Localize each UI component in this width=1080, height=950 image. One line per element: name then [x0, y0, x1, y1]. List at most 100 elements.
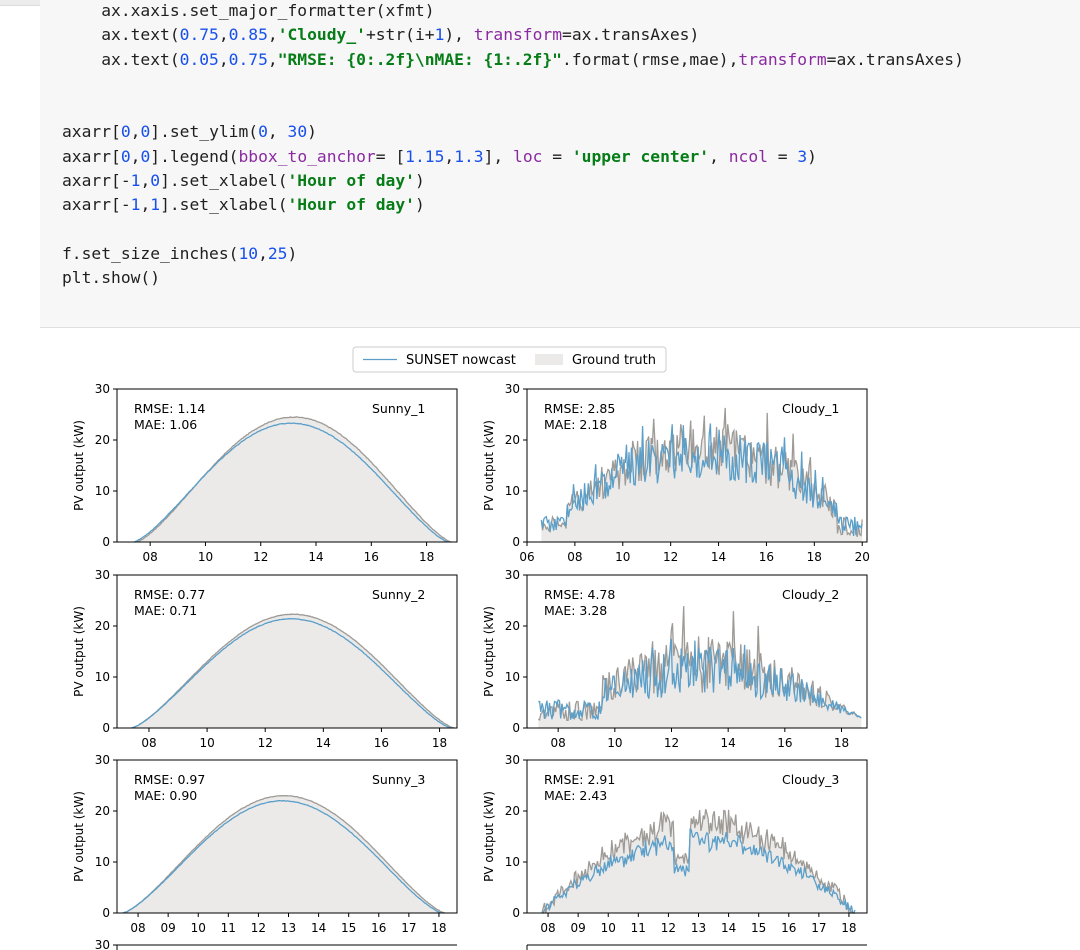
- x-tick-label: 14: [721, 736, 736, 750]
- x-tick-label: 16: [777, 736, 792, 750]
- x-tick-label: 08: [141, 736, 156, 750]
- code-token: ].legend(: [150, 146, 239, 166]
- code-line[interactable]: ax.xaxis.set_major_formatter(xfmt): [62, 0, 964, 23]
- x-tick-label: 08: [540, 921, 555, 935]
- code-token: ,: [444, 146, 455, 166]
- x-tick-label: 12: [251, 921, 266, 935]
- code-line[interactable]: axarr[0,0].legend(bbox_to_anchor= [1.15,…: [62, 145, 964, 169]
- x-tick-label: 17: [401, 921, 416, 935]
- code-token: ax.text(: [101, 49, 180, 69]
- x-tick-label: 10: [601, 921, 616, 935]
- code-editor[interactable]: ax.xaxis.set_major_formatter(xfmt) ax.te…: [62, 0, 964, 291]
- rmse-annotation: RMSE: 4.78: [544, 587, 615, 602]
- code-token: 0.05: [179, 49, 219, 69]
- figure: SUNSET nowcast Ground truth 0 10 20 30 08 10 12 1…: [72, 346, 870, 950]
- code-token: +str(i+: [365, 25, 435, 45]
- y-tick-label: 0: [102, 906, 110, 920]
- y-axis-label: PV output (kW): [482, 606, 496, 697]
- code-token: = [: [375, 146, 406, 166]
- x-tick-label: 10: [607, 736, 622, 750]
- x-tick-label: 18: [419, 550, 434, 564]
- x-tick-label: 18: [432, 736, 447, 750]
- code-line[interactable]: f.set_size_inches(10,25): [62, 242, 964, 266]
- code-token: ax.text(: [101, 25, 180, 45]
- code-line[interactable]: axarr[0,0].set_ylim(0, 30): [62, 120, 964, 144]
- x-tick-label: 16: [364, 550, 379, 564]
- x-tick-label: 18: [431, 921, 446, 935]
- code-token: ax.xaxis.set_major_formatter(xfmt): [101, 1, 435, 20]
- code-token: 0.75: [179, 25, 219, 45]
- code-token: 'upper center': [571, 146, 710, 166]
- x-tick-label: 14: [311, 921, 326, 935]
- y-tick-label: 30: [505, 382, 520, 396]
- legend-ground-truth-label: Ground truth: [572, 353, 656, 368]
- y-axis-label: PV output (kW): [482, 420, 496, 511]
- code-token: 'Hour of day': [287, 195, 415, 215]
- x-tick-label: 08: [143, 550, 158, 564]
- y-axis-label: PV output (kW): [482, 791, 496, 882]
- code-token: 1: [150, 195, 161, 215]
- code-token: =: [767, 146, 798, 166]
- mae-annotation: MAE: 0.90: [134, 788, 197, 803]
- y-tick-label: 30: [505, 753, 520, 767]
- x-tick-label: 16: [759, 550, 774, 564]
- code-token: =: [542, 146, 572, 166]
- code-line[interactable]: axarr[-1,0].set_xlabel('Hour of day'): [62, 169, 964, 193]
- code-line[interactable]: [62, 96, 964, 120]
- code-token: ].set_xlabel(: [160, 171, 288, 191]
- code-token: transform: [473, 25, 563, 45]
- output-area: SUNSET nowcast Ground truth 0 10 20 30 08 10 12 1…: [40, 328, 1080, 950]
- y-tick-label: 20: [505, 433, 520, 447]
- code-token: bbox_to_anchor: [238, 146, 376, 166]
- code-token: ,: [267, 49, 278, 69]
- rmse-annotation: RMSE: 1.14: [134, 401, 205, 416]
- code-token: ): [414, 195, 425, 215]
- panel-title: Sunny_3: [372, 772, 425, 787]
- code-token: 3: [797, 146, 808, 166]
- code-token: 0: [120, 146, 131, 166]
- code-token: ): [414, 171, 425, 191]
- code-token: 25: [267, 243, 288, 263]
- code-line[interactable]: ax.text(0.05,0.75,"RMSE: {0:.2f}\nMAE: {…: [62, 48, 964, 72]
- x-tick-label: 18: [834, 736, 849, 750]
- code-line[interactable]: plt.show(): [62, 266, 964, 290]
- y-tick-label: 20: [505, 619, 520, 633]
- y-axis-label: PV output (kW): [72, 791, 86, 882]
- code-line[interactable]: ax.text(0.75,0.85,'Cloudy_'+str(i+1), tr…: [62, 23, 964, 47]
- code-token: ),: [444, 25, 474, 45]
- code-token: 1.15: [405, 146, 445, 166]
- x-tick-label: 11: [221, 921, 236, 935]
- code-token: ,: [258, 243, 268, 263]
- code-line[interactable]: [62, 218, 964, 242]
- x-tick-label: 15: [751, 921, 766, 935]
- x-tick-label: 08: [567, 550, 582, 564]
- code-line[interactable]: [62, 72, 964, 96]
- code-token: 'Hour of day': [287, 171, 415, 191]
- x-tick-label: 12: [258, 736, 273, 750]
- code-token: ,: [267, 122, 288, 142]
- panel-title: Cloudy_3: [782, 772, 839, 787]
- code-token: plt.show(): [62, 268, 161, 288]
- code-token: 0: [258, 122, 268, 142]
- code-token: ,: [130, 122, 141, 142]
- code-token: ): [287, 243, 298, 263]
- x-tick-label: 09: [571, 921, 586, 935]
- y-tick-label: 30: [95, 753, 110, 767]
- y-tick-label: 20: [95, 619, 110, 633]
- panel-title: Sunny_2: [372, 587, 425, 602]
- panel-title: Cloudy_2: [782, 587, 839, 602]
- code-line[interactable]: axarr[-1,1].set_xlabel('Hour of day'): [62, 193, 964, 217]
- code-token: =ax.transAxes): [562, 25, 700, 45]
- x-tick-label: 14: [721, 921, 736, 935]
- code-token: transform: [738, 49, 827, 69]
- partial-y-tick-label: 30: [95, 938, 110, 950]
- legend-ground-truth-swatch: [535, 354, 563, 365]
- code-token: 0.75: [228, 49, 268, 69]
- code-token: ): [807, 146, 817, 166]
- x-tick-label: 08: [130, 921, 145, 935]
- y-axis-label: PV output (kW): [72, 606, 86, 697]
- y-tick-label: 30: [95, 382, 110, 396]
- y-tick-label: 0: [512, 535, 520, 549]
- code-token: 1: [130, 195, 141, 215]
- code-token: ,: [218, 49, 229, 69]
